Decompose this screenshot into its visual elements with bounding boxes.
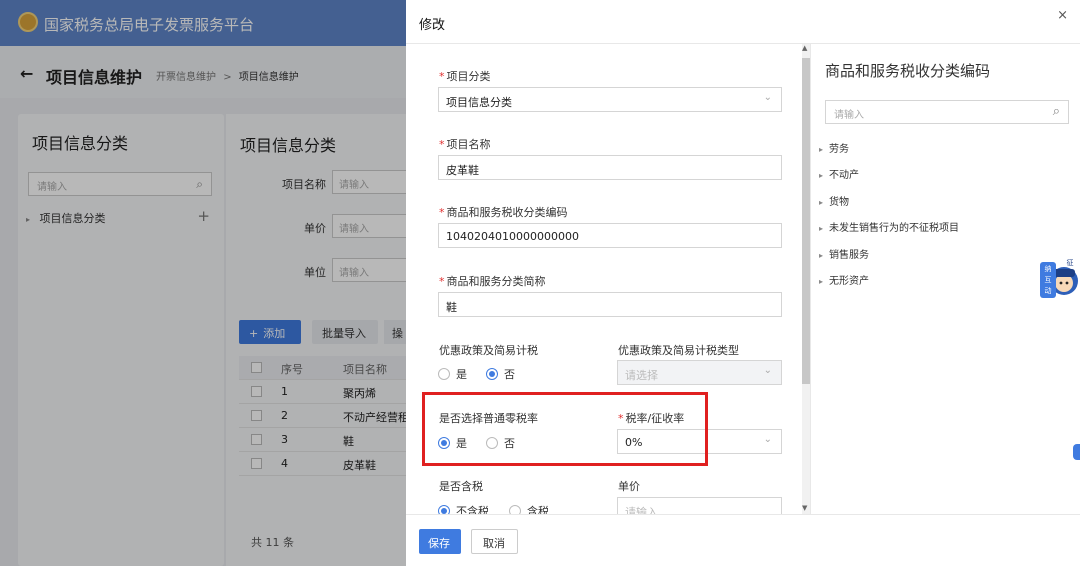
preferential-field-label: 优惠政策及简易计税 <box>439 344 538 357</box>
tax-excluded-radio[interactable]: 不含税 <box>438 503 489 514</box>
name-field-label: * 项目名称 <box>439 138 491 151</box>
close-icon[interactable]: × <box>1057 8 1068 23</box>
mascot-label-3: 动 <box>1045 286 1052 295</box>
tax-code-tree-item[interactable]: ▸ 不动产 <box>819 166 859 181</box>
dialog-title: 修改 <box>419 18 446 33</box>
tax-code-tree-item[interactable]: ▸ 销售服务 <box>819 246 869 261</box>
cancel-button[interactable]: 取消 <box>471 529 518 554</box>
radio-unchecked-icon <box>509 505 521 514</box>
tax-code-tree-item[interactable]: ▸ 未发生销售行为的不征税项目 <box>819 219 959 234</box>
modal-backdrop[interactable] <box>0 0 406 566</box>
scroll-down-icon[interactable]: ▼ <box>802 504 807 512</box>
caret-right-icon: ▸ <box>819 224 824 233</box>
tax-short-input[interactable]: 鞋 <box>438 292 782 317</box>
required-mark: * <box>439 70 445 83</box>
radio-unchecked-icon <box>438 368 450 380</box>
mascot-label-1: 纳 <box>1045 264 1052 273</box>
required-mark: * <box>439 138 445 151</box>
preferential-no-radio[interactable]: 否 <box>486 366 515 382</box>
edit-item-dialog: 修改 × * 项目分类 项目信息分类 ⌄ * 项目名称 皮革鞋 * 商品和服务税收分类编… <box>406 0 1080 566</box>
preferential-type-placeholder: 请选择 <box>625 369 658 382</box>
tax-short-field-label: * 商品和服务分类简称 <box>439 275 546 288</box>
unit-price-field-label: 单价 <box>618 480 640 493</box>
scrollbar-thumb[interactable] <box>802 58 810 384</box>
tax-code-panel-title: 商品和服务税收分类编码 <box>825 62 991 80</box>
tax-code-search-placeholder: 请输入 <box>834 110 864 121</box>
preferential-yes-radio[interactable]: 是 <box>438 366 467 382</box>
chevron-down-icon: ⌄ <box>763 365 772 376</box>
tax-code-search-input[interactable]: 请输入 ⌕ <box>825 100 1069 124</box>
tax-code-tree-item[interactable]: ▸ 劳务 <box>819 140 849 155</box>
mascot-label-0: 征 <box>1067 258 1074 267</box>
preferential-type-select[interactable]: 请选择 ⌄ <box>617 360 782 385</box>
edit-form: * 项目分类 项目信息分类 ⌄ * 项目名称 皮革鞋 * 商品和服务税收分类编码 104… <box>406 44 800 514</box>
highlight-annotation-box <box>422 392 708 466</box>
tax-code-tree-item[interactable]: ▸ 货物 <box>819 193 849 208</box>
unit-price-placeholder: 请输入 <box>625 506 658 514</box>
required-mark: * <box>439 275 445 288</box>
tax-code-input[interactable]: 1040204010000000000 <box>438 223 782 248</box>
category-select[interactable]: 项目信息分类 ⌄ <box>438 87 782 112</box>
search-icon[interactable]: ⌕ <box>1053 104 1060 119</box>
category-field-label: * 项目分类 <box>439 70 491 83</box>
caret-right-icon: ▸ <box>819 198 824 207</box>
scroll-up-icon[interactable]: ▲ <box>802 44 807 52</box>
unit-price-input[interactable]: 请输入 <box>617 497 782 514</box>
tax-assistant-mascot-icon[interactable]: 纳 互 动 征 <box>1034 256 1080 302</box>
caret-right-icon: ▸ <box>819 171 824 180</box>
tax-included-radio[interactable]: 含税 <box>509 503 549 514</box>
tax-code-tree-item[interactable]: ▸ 无形资产 <box>819 272 869 287</box>
form-scrollbar[interactable]: ▲ ▼ <box>802 44 810 514</box>
radio-checked-icon <box>438 505 450 514</box>
caret-right-icon: ▸ <box>819 277 824 286</box>
save-button[interactable]: 保存 <box>419 529 461 554</box>
category-select-value: 项目信息分类 <box>446 96 512 109</box>
dialog-footer: 保存 取消 <box>406 514 1080 566</box>
tax-code-field-label: * 商品和服务税收分类编码 <box>439 206 568 219</box>
caret-right-icon: ▸ <box>819 145 824 154</box>
tax-included-field-label: 是否含税 <box>439 480 483 493</box>
chevron-down-icon: ⌄ <box>763 92 772 103</box>
caret-right-icon: ▸ <box>819 251 824 260</box>
radio-checked-icon <box>486 368 498 380</box>
item-name-input[interactable]: 皮革鞋 <box>438 155 782 180</box>
chevron-down-icon: ⌄ <box>763 434 772 445</box>
required-mark: * <box>439 206 445 219</box>
mascot-label-2: 互 <box>1045 276 1052 284</box>
side-float-button[interactable] <box>1073 444 1080 460</box>
preferential-type-field-label: 优惠政策及简易计税类型 <box>618 344 739 357</box>
